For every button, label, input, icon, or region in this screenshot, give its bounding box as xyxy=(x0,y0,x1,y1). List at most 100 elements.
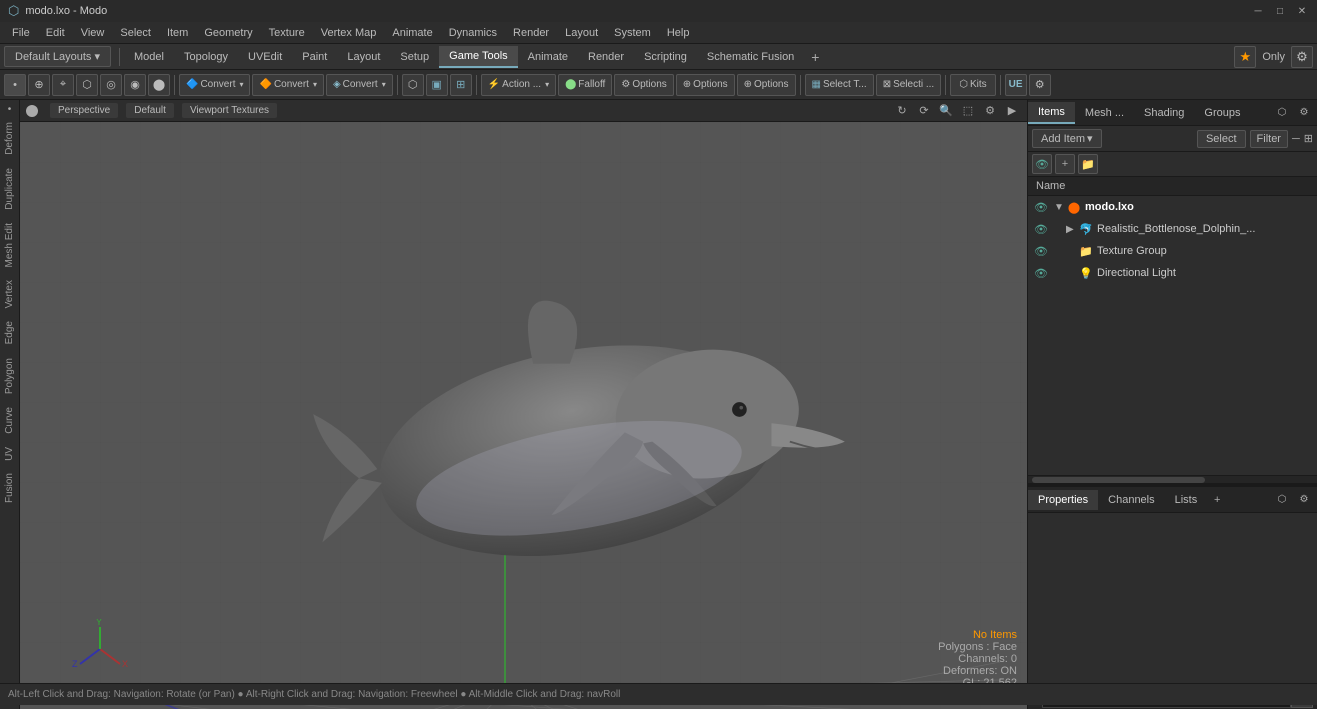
filter-button[interactable]: Filter xyxy=(1250,130,1288,148)
action-button[interactable]: ⚡ Action ... ▾ xyxy=(481,74,556,96)
tab-topology[interactable]: Topology xyxy=(174,46,238,68)
mode-icon3[interactable]: ⊞ xyxy=(450,74,472,96)
sidebar-item-vertex[interactable]: Vertex xyxy=(2,274,17,314)
right-panel-expand[interactable]: ⬡ xyxy=(1273,104,1291,122)
viewport-ctrl-settings[interactable]: ⚙ xyxy=(981,102,999,120)
tool-icon-6[interactable]: ◉ xyxy=(124,74,146,96)
tab-layout[interactable]: Layout xyxy=(337,46,390,68)
menu-geometry[interactable]: Geometry xyxy=(196,25,260,41)
viewport-tab-default[interactable]: Default xyxy=(126,103,174,118)
viewport-ctrl-orbit[interactable]: ⟳ xyxy=(915,102,933,120)
convert-button-2[interactable]: 🔶 Convert ▾ xyxy=(252,74,323,96)
menu-select[interactable]: Select xyxy=(112,25,159,41)
options-button-3[interactable]: ⊕ Options xyxy=(737,74,796,96)
sidebar-item-uv[interactable]: UV xyxy=(2,441,17,467)
sidebar-item-mesh-edit[interactable]: Mesh Edit xyxy=(2,217,17,273)
sidebar-item-deform[interactable]: Deform xyxy=(2,116,17,161)
sidebar-item-polygon[interactable]: Polygon xyxy=(2,352,17,400)
tree-arrow-dolphin[interactable]: ▶ xyxy=(1066,224,1078,235)
menu-system[interactable]: System xyxy=(606,25,659,41)
options-button-2[interactable]: ⊕ Options xyxy=(676,74,735,96)
mode-icon[interactable]: ⬡ xyxy=(402,74,424,96)
select-t-button[interactable]: ▦ Select T... xyxy=(805,74,874,96)
minimize-button[interactable]: ─ xyxy=(1251,4,1265,18)
viewport-tab-textures[interactable]: Viewport Textures xyxy=(182,103,277,118)
sidebar-dot[interactable]: • xyxy=(8,104,12,115)
viewport-ctrl-frame[interactable]: ⬚ xyxy=(959,102,977,120)
tab-render[interactable]: Render xyxy=(578,46,634,68)
maximize-button[interactable]: □ xyxy=(1273,4,1287,18)
tree-item-modo-lxo[interactable]: 👁 ▼ ⬤ modo.lxo xyxy=(1028,196,1317,218)
kits-button[interactable]: ⬡ Kits xyxy=(950,74,995,96)
sidebar-item-fusion[interactable]: Fusion xyxy=(2,467,17,509)
props-tab-channels[interactable]: Channels xyxy=(1098,490,1164,510)
ue-button[interactable]: UE xyxy=(1005,74,1027,96)
tree-eye-dolphin[interactable]: 👁 xyxy=(1032,220,1050,238)
props-tab-lists[interactable]: Lists xyxy=(1165,490,1208,510)
viewport-ctrl-rotate[interactable]: ↻ xyxy=(893,102,911,120)
tool-icon-4[interactable]: ⬡ xyxy=(76,74,98,96)
tab-shading[interactable]: Shading xyxy=(1134,103,1194,123)
tree-eye-modo[interactable]: 👁 xyxy=(1032,198,1050,216)
tree-eye-texture[interactable]: 👁 xyxy=(1032,242,1050,260)
tab-game-tools[interactable]: Game Tools xyxy=(439,46,518,68)
settings-button[interactable]: ⚙ xyxy=(1291,46,1313,68)
viewport-3d[interactable]: X Z Y No Items Polygons : Face Channels:… xyxy=(20,122,1027,709)
tree-eye-light[interactable]: 👁 xyxy=(1032,264,1050,282)
menu-dynamics[interactable]: Dynamics xyxy=(441,25,505,41)
selecti-button[interactable]: ⊠ Selecti ... xyxy=(876,74,942,96)
viewport-tab-perspective[interactable]: Perspective xyxy=(50,103,118,118)
props-tab-add[interactable]: + xyxy=(1207,490,1227,510)
items-settings-btn[interactable]: ⊞ xyxy=(1304,132,1313,145)
items-collapse-btn[interactable]: ─ xyxy=(1292,133,1300,145)
sidebar-item-duplicate[interactable]: Duplicate xyxy=(2,162,17,216)
tool-icon-2[interactable]: ⊕ xyxy=(28,74,50,96)
sidebar-item-edge[interactable]: Edge xyxy=(2,315,17,350)
tab-model[interactable]: Model xyxy=(124,46,174,68)
tab-uvedit[interactable]: UVEdit xyxy=(238,46,292,68)
viewport-ctrl-play[interactable]: ▶ xyxy=(1003,102,1021,120)
layout-dropdown[interactable]: Default Layouts ▾ xyxy=(4,46,111,67)
tab-mesh[interactable]: Mesh ... xyxy=(1075,103,1134,123)
tool-icon-3[interactable]: ⌖ xyxy=(52,74,74,96)
tool-icon-5[interactable]: ◎ xyxy=(100,74,122,96)
tab-items[interactable]: Items xyxy=(1028,102,1075,124)
props-expand-btn[interactable]: ⬡ xyxy=(1273,491,1291,509)
eye-all-button[interactable]: 👁 xyxy=(1032,154,1052,174)
add-button[interactable]: + xyxy=(1055,154,1075,174)
mode-icon2[interactable]: ▣ xyxy=(426,74,448,96)
props-tab-properties[interactable]: Properties xyxy=(1028,490,1098,510)
sidebar-item-curve[interactable]: Curve xyxy=(2,401,17,440)
viewport-ctrl-zoom[interactable]: 🔍 xyxy=(937,102,955,120)
star-button[interactable]: ★ xyxy=(1234,46,1256,68)
menu-animate[interactable]: Animate xyxy=(384,25,440,41)
tool-icon-7[interactable]: ⬤ xyxy=(148,74,170,96)
menu-edit[interactable]: Edit xyxy=(38,25,73,41)
tool-icon-1[interactable]: • xyxy=(4,74,26,96)
close-button[interactable]: ✕ xyxy=(1295,4,1309,18)
toolbar-settings-button[interactable]: ⚙ xyxy=(1029,74,1051,96)
options-button-1[interactable]: ⚙ Options xyxy=(614,74,673,96)
tab-groups[interactable]: Groups xyxy=(1194,103,1250,123)
tree-arrow-modo[interactable]: ▼ xyxy=(1054,202,1066,213)
menu-help[interactable]: Help xyxy=(659,25,698,41)
falloff-button[interactable]: ⬤ Falloff xyxy=(558,74,612,96)
add-tab-button[interactable]: + xyxy=(804,46,826,68)
tab-scripting[interactable]: Scripting xyxy=(634,46,697,68)
folder-button[interactable]: 📁 xyxy=(1078,154,1098,174)
menu-layout[interactable]: Layout xyxy=(557,25,606,41)
menu-view[interactable]: View xyxy=(73,25,113,41)
menu-texture[interactable]: Texture xyxy=(261,25,313,41)
convert-button-1[interactable]: 🔷 Convert ▾ xyxy=(179,74,250,96)
add-item-button[interactable]: Add Item ▾ xyxy=(1032,129,1102,148)
right-panel-settings[interactable]: ⚙ xyxy=(1295,104,1313,122)
tab-setup[interactable]: Setup xyxy=(390,46,439,68)
tab-animate[interactable]: Animate xyxy=(518,46,578,68)
tree-item-light[interactable]: 👁 💡 Directional Light xyxy=(1028,262,1317,284)
props-settings-btn[interactable]: ⚙ xyxy=(1295,491,1313,509)
menu-render[interactable]: Render xyxy=(505,25,557,41)
menu-vertexmap[interactable]: Vertex Map xyxy=(313,25,385,41)
tab-paint[interactable]: Paint xyxy=(292,46,337,68)
tab-schematic-fusion[interactable]: Schematic Fusion xyxy=(697,46,804,68)
convert-button-3[interactable]: ◈ Convert ▾ xyxy=(326,74,393,96)
